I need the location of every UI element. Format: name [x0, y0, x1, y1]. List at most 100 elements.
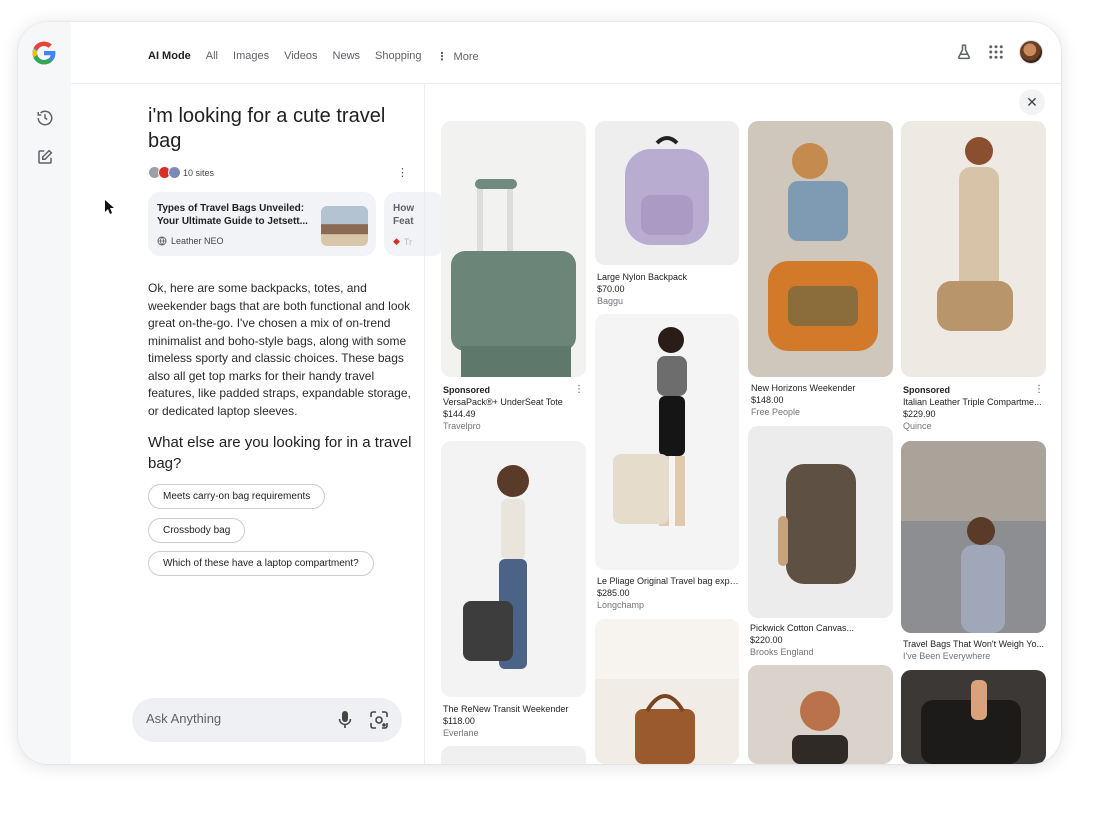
user-query: i'm looking for a cute travel bag: [148, 105, 386, 152]
person-portrait-illustration: [792, 691, 848, 764]
source-card-thumbnail: [321, 206, 368, 246]
tab-ai-mode[interactable]: AI Mode: [148, 50, 191, 63]
product-price: $118.00: [443, 716, 475, 726]
product-image: [595, 314, 739, 570]
source-card-site: ◆ Tr: [393, 236, 412, 247]
microphone-icon[interactable]: [338, 711, 352, 729]
product-name: The ReNew Transit Weekender: [443, 704, 569, 714]
product-name: Italian Leather Triple Compartme...: [903, 397, 1042, 407]
product-image: [901, 121, 1046, 377]
left-rail: [18, 22, 71, 764]
product-image[interactable]: [441, 746, 586, 764]
product-price: $285.00: [597, 588, 630, 598]
escalator-backpack-illustration: [901, 441, 1046, 633]
product-name: Le Pliage Original Travel bag expa...: [597, 576, 742, 586]
sources-count: 10 sites: [183, 167, 215, 178]
source-card-site-name: Leather NEO: [171, 236, 224, 246]
product-store: Brooks England: [750, 647, 814, 657]
product-store: Everlane: [443, 728, 479, 738]
product-meta: Le Pliage Original Travel bag expa... $2…: [597, 575, 742, 611]
product-image[interactable]: [595, 619, 739, 764]
sponsored-label: Sponsored: [903, 385, 951, 395]
product-more-icon[interactable]: ⋮: [574, 384, 584, 395]
history-icon[interactable]: [36, 109, 54, 127]
source-card-site-name: Tr: [403, 236, 413, 247]
ask-input[interactable]: Ask Anything: [132, 698, 402, 742]
globe-icon: [157, 236, 167, 246]
product-name: Pickwick Cotton Canvas...: [750, 623, 855, 633]
leather-duffel-illustration: [937, 137, 1013, 331]
lens-camera-icon[interactable]: [370, 711, 388, 729]
conversation-pane: i'm looking for a cute travel bag 10 sit…: [71, 84, 444, 764]
product-meta: Travel Bags That Won't Weigh Yo... I've …: [903, 638, 1045, 662]
follow-up-question: What else are you looking for in a trave…: [148, 434, 412, 472]
backpack-illustration: [625, 136, 709, 245]
product-more-icon[interactable]: ⋮: [1034, 384, 1044, 395]
product-name: VersaPack®+ UnderSeat Tote: [443, 397, 563, 407]
source-favicons: [148, 166, 181, 179]
sources-row[interactable]: 10 sites: [148, 166, 214, 179]
product-image[interactable]: [901, 670, 1046, 764]
person-with-tote-illustration: [463, 465, 529, 669]
new-chat-icon[interactable]: [36, 148, 54, 166]
product-price: $148.00: [751, 395, 784, 405]
product-store: Free People: [751, 407, 801, 417]
ask-placeholder: Ask Anything: [146, 711, 222, 726]
apps-grid-icon[interactable]: [987, 43, 1005, 61]
canvas-backpack-illustration: [778, 464, 856, 584]
product-image: [748, 121, 893, 377]
product-name: New Horizons Weekender: [751, 383, 856, 393]
tote-illustration: [451, 179, 576, 377]
app-window: AI Mode All Images Videos News Shopping …: [18, 22, 1061, 764]
more-vertical-icon: ⋮: [436, 51, 448, 63]
weekender-illustration: [768, 143, 878, 351]
product-image: [441, 121, 586, 377]
tab-news[interactable]: News: [333, 50, 361, 63]
product-meta: Sponsored Italian Leather Triple Compart…: [903, 384, 1043, 432]
product-name: Large Nylon Backpack: [597, 272, 688, 282]
mouse-cursor: [105, 200, 114, 214]
product-image: [595, 121, 739, 265]
sponsored-label: Sponsored: [443, 385, 491, 395]
black-bag-illustration: [921, 680, 1021, 764]
suggestion-chip[interactable]: Crossbody bag: [148, 518, 246, 543]
product-price: $70.00: [597, 284, 625, 294]
source-favicon-icon: ◆: [393, 236, 400, 246]
person-with-travel-bag-illustration: [613, 327, 687, 526]
product-image: [901, 441, 1046, 633]
source-card-title: Types of Travel Bags Unveiled: Your Ulti…: [157, 203, 308, 227]
product-price: $229.90: [903, 409, 936, 419]
product-price: $220.00: [750, 635, 783, 645]
product-name: Travel Bags That Won't Weigh Yo...: [903, 639, 1044, 649]
source-card-site: Leather NEO: [157, 236, 224, 246]
close-icon[interactable]: ✕: [1019, 89, 1045, 115]
source-card-title: How Feat: [393, 203, 415, 227]
labs-flask-icon[interactable]: [955, 43, 973, 61]
source-card[interactable]: How Feat ◆ Tr: [384, 192, 444, 256]
suggestion-chip[interactable]: Which of these have a laptop compartment…: [148, 551, 374, 576]
tab-more-label: More: [453, 51, 479, 63]
more-options-icon[interactable]: ⋮: [397, 166, 408, 179]
tab-shopping[interactable]: Shopping: [375, 50, 422, 63]
google-g-logo[interactable]: [30, 39, 58, 67]
product-meta: Large Nylon Backpack $70.00 Baggu: [597, 271, 737, 307]
source-card[interactable]: Types of Travel Bags Unveiled: Your Ulti…: [148, 192, 376, 256]
product-image: [441, 441, 586, 697]
tab-more[interactable]: ⋮ More: [437, 50, 479, 63]
source-favicon: [168, 166, 181, 179]
search-tabs: AI Mode All Images Videos News Shopping …: [148, 50, 494, 63]
product-meta: The ReNew Transit Weekender $118.00 Ever…: [443, 703, 583, 739]
product-store: Baggu: [597, 296, 624, 306]
suggestion-chip[interactable]: Meets carry-on bag requirements: [148, 484, 326, 509]
account-avatar[interactable]: [1019, 40, 1043, 64]
tab-all[interactable]: All: [206, 50, 218, 63]
top-bar: AI Mode All Images Videos News Shopping …: [71, 22, 1061, 84]
product-image[interactable]: [748, 665, 893, 764]
tab-images[interactable]: Images: [233, 50, 269, 63]
product-store: Travelpro: [443, 421, 481, 431]
product-meta: Sponsored VersaPack®+ UnderSeat Tote $14…: [443, 384, 578, 432]
pane-divider: [424, 84, 425, 764]
tab-videos[interactable]: Videos: [284, 50, 317, 63]
top-actions: [955, 40, 1043, 64]
product-store: I've Been Everywhere: [903, 651, 991, 661]
